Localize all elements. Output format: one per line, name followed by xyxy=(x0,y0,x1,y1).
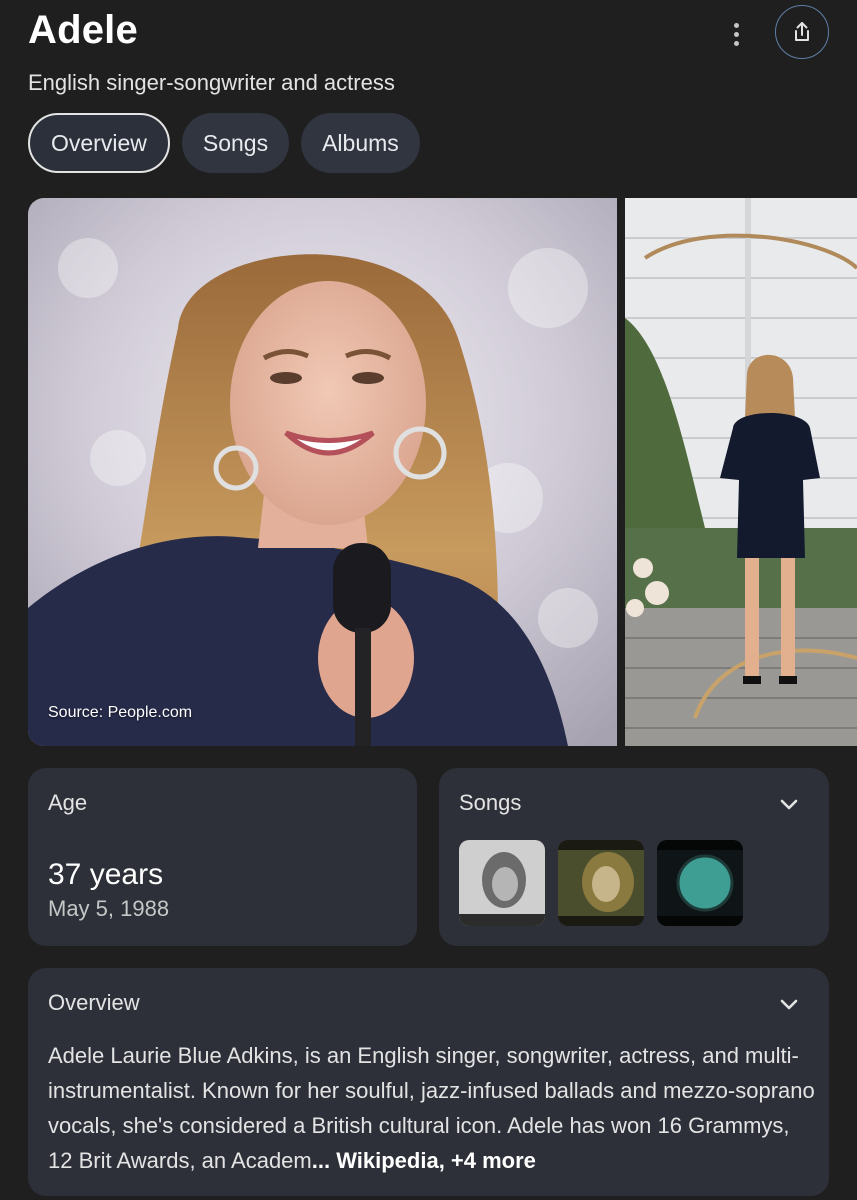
share-button[interactable] xyxy=(775,5,829,59)
secondary-photo[interactable] xyxy=(625,198,857,746)
page-title: Adele xyxy=(28,8,138,52)
chevron-down-icon[interactable] xyxy=(777,992,801,1016)
more-vert-icon xyxy=(733,22,739,28)
image-source-caption: Source: People.com xyxy=(48,704,193,721)
songs-label: Songs xyxy=(459,790,522,815)
age-label: Age xyxy=(48,790,88,815)
more-options-button[interactable] xyxy=(718,14,754,54)
birth-date: May 5, 1988 xyxy=(48,896,170,921)
share-icon xyxy=(795,22,809,41)
wikipedia-link[interactable]: Wikipedia, +4 more xyxy=(330,1148,536,1173)
overview-description: Adele Laurie Blue Adkins, is an English … xyxy=(48,1038,818,1178)
tab-songs[interactable]: Songs xyxy=(181,113,290,173)
age-years: 37 years xyxy=(48,858,164,891)
overview-ellipsis: ... xyxy=(311,1148,331,1173)
main-photo[interactable]: Source: People.com xyxy=(28,198,617,746)
overview-card[interactable]: Overview Adele Laurie Blue Adkins, is an… xyxy=(28,968,829,1196)
entity-subtitle: English singer-songwriter and actress xyxy=(28,70,395,95)
age-card[interactable]: Age 37 years May 5, 1988 xyxy=(28,768,417,946)
tab-albums[interactable]: Albums xyxy=(301,113,420,173)
overview-label: Overview xyxy=(48,990,140,1015)
tab-overview[interactable]: Overview xyxy=(28,113,170,173)
chevron-down-icon[interactable] xyxy=(777,792,801,816)
songs-card[interactable]: Songs xyxy=(439,768,829,946)
portrait-image xyxy=(28,198,617,746)
portrait-image-2 xyxy=(625,198,857,746)
tab-bar: Overview Songs Albums xyxy=(28,113,420,173)
song-thumbnail[interactable] xyxy=(558,840,644,926)
song-thumbnail[interactable] xyxy=(459,840,545,926)
song-thumbnail[interactable] xyxy=(657,840,743,926)
song-thumbnails xyxy=(459,840,743,926)
